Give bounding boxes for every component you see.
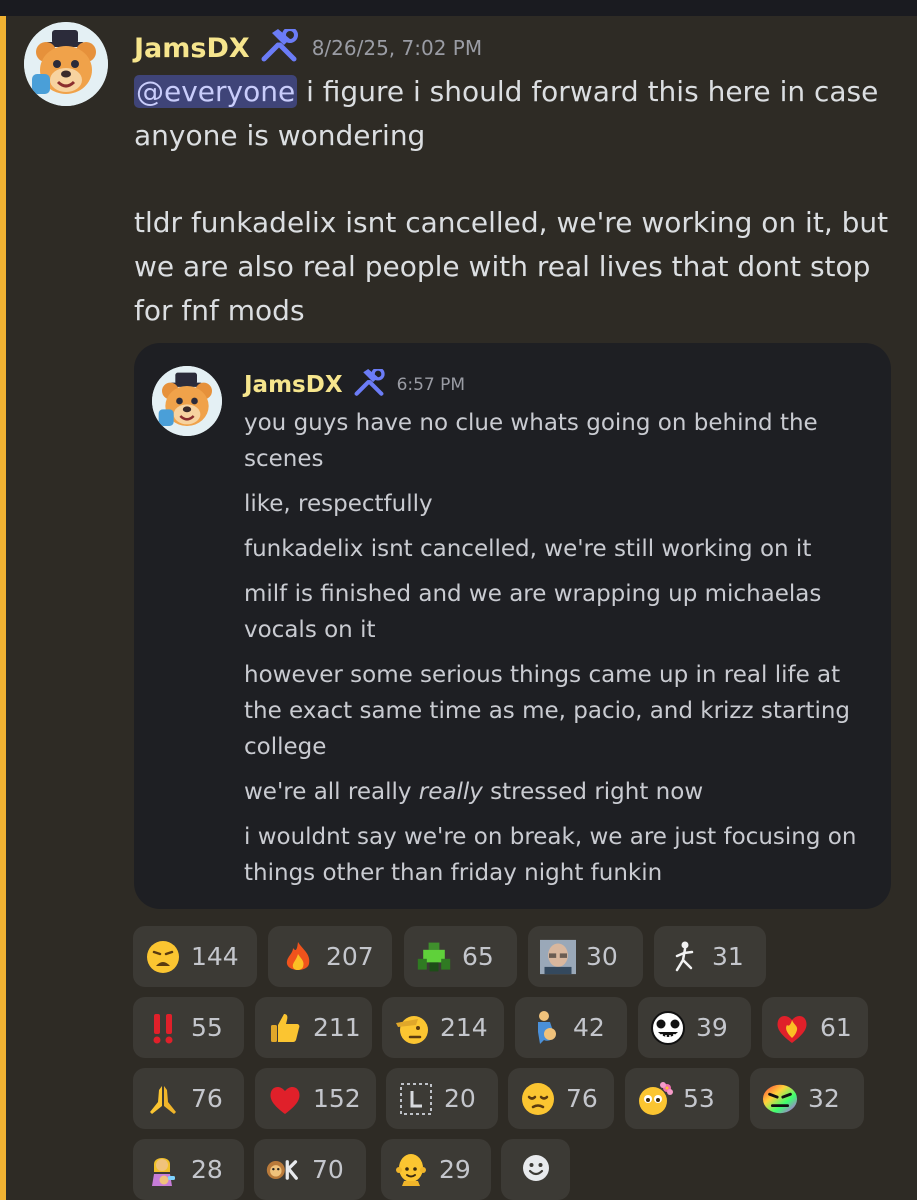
forwarded-line: we're all really really stressed right n… <box>244 774 884 810</box>
reaction-chip[interactable]: 61 <box>762 997 868 1058</box>
reaction-count: 28 <box>191 1155 223 1184</box>
reaction-count: 29 <box>439 1155 471 1184</box>
reaction-count: 144 <box>191 942 239 971</box>
message-header: JamsDX 8/26/25, 7:02 PM <box>134 27 482 68</box>
hammer-wrench-role-icon[interactable] <box>353 367 385 401</box>
bear-avatar-icon <box>24 22 108 106</box>
reaction-count: 152 <box>313 1084 361 1113</box>
reaction-count: 31 <box>712 942 744 971</box>
reaction-chip[interactable]: 20 <box>386 1068 498 1129</box>
reaction-count: 214 <box>440 1013 488 1042</box>
forwarded-timestamp[interactable]: 6:57 PM <box>397 375 466 395</box>
skull-face-emote-icon <box>650 1010 686 1046</box>
everyone-mention[interactable]: @everyone <box>134 75 298 108</box>
reaction-count: 20 <box>444 1084 476 1113</box>
reaction-chip[interactable]: 70 <box>254 1139 366 1200</box>
pregnant-man-icon <box>527 1010 563 1046</box>
reaction-count: 76 <box>191 1084 223 1113</box>
saluting-face-icon <box>394 1010 430 1046</box>
message-line-2: tldr funkadelix isnt cancelled, we're wo… <box>134 206 889 327</box>
reaction-chip[interactable]: 42 <box>515 997 627 1058</box>
forwarded-line: funkadelix isnt cancelled, we're still w… <box>244 536 812 562</box>
reaction-chip[interactable]: 53 <box>625 1068 739 1129</box>
double-exclamation-icon <box>145 1010 181 1046</box>
red-heart-icon <box>267 1081 303 1117</box>
hammer-wrench-role-icon[interactable] <box>260 27 298 67</box>
reaction-chip[interactable]: 65 <box>404 926 517 987</box>
add-reaction-button[interactable] <box>501 1139 570 1200</box>
message-line-1: @everyone i figure i should forward this… <box>134 70 904 158</box>
reaction-count: 211 <box>313 1013 361 1042</box>
bear-avatar-icon <box>152 366 222 436</box>
reaction-count: 61 <box>820 1013 852 1042</box>
reaction-count: 30 <box>586 942 618 971</box>
reaction-chip[interactable]: 214 <box>382 997 504 1058</box>
reaction-chip[interactable]: 211 <box>255 997 372 1058</box>
green-robot-emote-icon <box>416 939 452 975</box>
highlight-accent-bar <box>0 16 6 1200</box>
forwarded-line-pre: we're all really <box>244 779 419 805</box>
add-reaction-icon <box>521 1153 551 1187</box>
reaction-chip[interactable]: 55 <box>133 997 244 1058</box>
reaction-chip[interactable]: 39 <box>638 997 751 1058</box>
reaction-count: 70 <box>312 1155 344 1184</box>
stick-figure-emote-icon <box>666 939 702 975</box>
reaction-count: 42 <box>573 1013 605 1042</box>
face-holding-back-tears-flower-icon <box>637 1081 673 1117</box>
author-avatar[interactable] <box>24 22 108 106</box>
reaction-chip[interactable]: 30 <box>528 926 643 987</box>
bald-person-icon <box>393 1152 429 1188</box>
forwarded-line-emphasis: really <box>418 779 483 805</box>
forwarded-line: i wouldnt say we're on break, we are jus… <box>244 824 857 886</box>
reaction-chip[interactable]: 31 <box>654 926 766 987</box>
reaction-chip[interactable]: 152 <box>255 1068 376 1129</box>
author-name[interactable]: JamsDX <box>134 33 250 64</box>
thumbs-up-icon <box>267 1010 303 1046</box>
forwarded-message-header: JamsDX 6:57 PM <box>244 367 466 402</box>
reaction-chip[interactable]: 144 <box>133 926 257 987</box>
bald-man-photo-emote-icon <box>540 939 576 975</box>
reaction-chip[interactable]: 28 <box>133 1139 244 1200</box>
forwarded-line: like, respectfully <box>244 491 433 517</box>
folded-hands-icon <box>145 1081 181 1117</box>
reaction-count: 39 <box>696 1013 728 1042</box>
reaction-chip[interactable]: 29 <box>381 1139 491 1200</box>
reaction-count: 65 <box>462 942 494 971</box>
fire-icon <box>280 939 316 975</box>
message-content: @everyone i figure i should forward this… <box>134 70 904 333</box>
forwarded-line-post: stressed right now <box>482 779 704 805</box>
reaction-count: 55 <box>191 1013 223 1042</box>
reaction-count: 32 <box>808 1084 840 1113</box>
top-bar <box>0 0 917 16</box>
rainbow-angry-face-emote-icon <box>762 1081 798 1117</box>
woman-feeding-baby-icon <box>145 1152 181 1188</box>
reaction-chip[interactable]: 76 <box>508 1068 614 1129</box>
forwarded-line: you guys have no clue whats going on beh… <box>244 410 818 472</box>
message-timestamp[interactable]: 8/26/25, 7:02 PM <box>312 36 482 60</box>
forwarded-author-avatar[interactable] <box>152 366 222 436</box>
reaction-count: 53 <box>683 1084 715 1113</box>
weary-face-icon <box>145 939 181 975</box>
reaction-chip[interactable]: 76 <box>133 1068 244 1129</box>
l-box-emote-icon <box>398 1081 434 1117</box>
forwarded-line: milf is finished and we are wrapping up … <box>244 581 822 643</box>
ok-monkey-emote-icon <box>266 1152 302 1188</box>
reaction-chip[interactable]: 207 <box>268 926 392 987</box>
forwarded-author-name[interactable]: JamsDX <box>244 372 343 398</box>
forwarded-line: however some serious things came up in r… <box>244 662 851 760</box>
pensive-face-icon <box>520 1081 556 1117</box>
reaction-count: 207 <box>326 942 374 971</box>
reaction-count: 76 <box>566 1084 598 1113</box>
heart-on-fire-icon <box>774 1010 810 1046</box>
reaction-chip[interactable]: 32 <box>750 1068 864 1129</box>
